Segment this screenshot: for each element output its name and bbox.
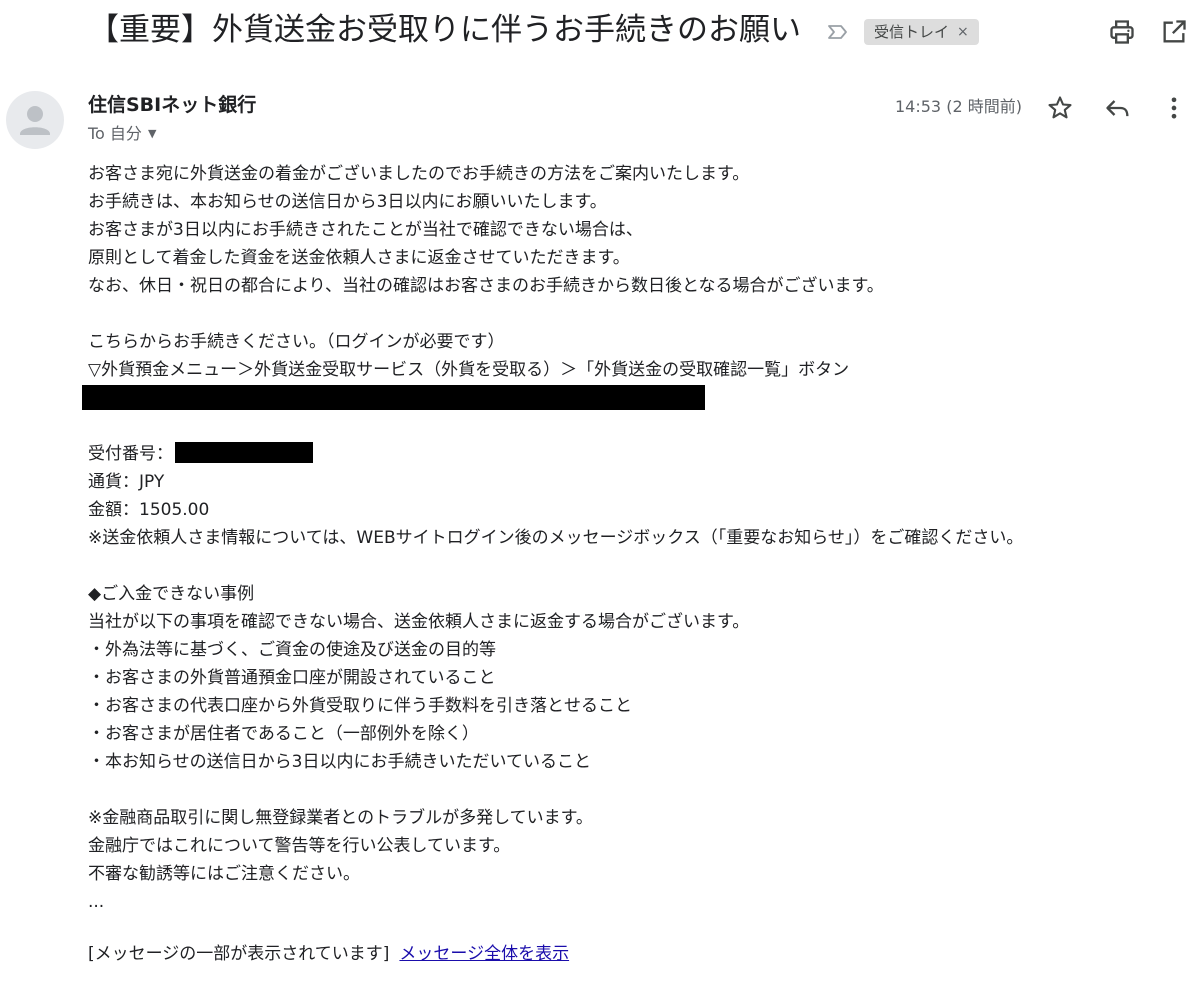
redacted-link bbox=[82, 385, 705, 410]
remove-label-icon[interactable]: × bbox=[957, 19, 969, 45]
view-full-message-link[interactable]: メッセージ全体を表示 bbox=[399, 944, 569, 964]
print-icon[interactable] bbox=[1108, 18, 1136, 46]
label-text: 受信トレイ bbox=[874, 23, 950, 41]
receipt-number-line: 受付番号： bbox=[88, 440, 1188, 468]
body-line: お手続きは、本お知らせの送信日から3日以内にお願いいたします。 bbox=[88, 192, 607, 212]
ellipsis: ... bbox=[88, 892, 105, 912]
subject-row: 【重要】外貨送金お受取りに伴うお手続きのお願い 受信トレイ × bbox=[0, 0, 1200, 64]
body-line: ※金融商品取引に関し無登録業者とのトラブルが多発しています。 bbox=[88, 808, 593, 828]
bullet-item: ・お客さまが居住者であること（一部例外を除く） bbox=[88, 724, 479, 744]
importance-marker-icon[interactable] bbox=[826, 20, 850, 44]
recipient-details-toggle[interactable]: To 自分 ▼ bbox=[88, 122, 156, 146]
default-avatar-icon[interactable] bbox=[6, 91, 64, 149]
body-line: こちらからお手続きください。（ログインが必要です） bbox=[88, 332, 505, 352]
bullet-item: ・お客さまの代表口座から外貨受取りに伴う手数料を引き落とせること bbox=[88, 696, 632, 716]
body-line: 金融庁ではこれについて警告等を行い公表しています。 bbox=[88, 836, 511, 856]
chevron-down-icon[interactable]: ▼ bbox=[148, 122, 156, 146]
to-label: To 自分 bbox=[88, 124, 142, 143]
clipped-notice: [メッセージの一部が表示されています] bbox=[88, 944, 390, 964]
email-body: お客さま宛に外貨送金の着金がございましたのでお手続きの方法をご案内いたします。 … bbox=[88, 160, 1188, 916]
reply-icon[interactable] bbox=[1104, 94, 1132, 122]
body-line: 原則として着金した資金を送金依頼人さまに返金させていただきます。 bbox=[88, 248, 630, 268]
bullet-item: ・本お知らせの送信日から3日以内にお手続きいただいていること bbox=[88, 752, 591, 772]
body-line: お客さまが3日以内にお手続きされたことが当社で確認できない場合は、 bbox=[88, 220, 643, 240]
receipt-number-label: 受付番号： bbox=[88, 444, 173, 464]
clipped-message-footer: [メッセージの一部が表示されています] メッセージ全体を表示 bbox=[88, 940, 569, 968]
star-icon[interactable] bbox=[1046, 94, 1074, 122]
currency-line: 通貨：JPY bbox=[88, 472, 165, 492]
email-timestamp: 14:53 (2 時間前) bbox=[895, 97, 1022, 116]
redacted-receipt-number bbox=[175, 441, 313, 463]
bullet-item: ・外為法等に基づく、ご資金の使途及び送金の目的等 bbox=[88, 640, 496, 660]
more-vertical-icon[interactable] bbox=[1160, 94, 1188, 122]
body-line: 不審な勧誘等にはご注意ください。 bbox=[88, 864, 360, 884]
body-line: ▽外貨預金メニュー＞外貨送金受取サービス（外貨を受取る）＞「外貨送金の受取確認一… bbox=[88, 360, 850, 380]
bullet-item: ・お客さまの外貨普通預金口座が開設されていること bbox=[88, 668, 496, 688]
open-in-new-window-icon[interactable] bbox=[1160, 18, 1188, 46]
amount-line: 金額：1505.00 bbox=[88, 500, 210, 520]
inbox-label-chip: 受信トレイ × bbox=[864, 19, 979, 45]
body-line: ※送金依頼人さま情報については、WEBサイトログイン後のメッセージボックス（「重… bbox=[88, 528, 1024, 548]
body-line: なお、休日・祝日の都合により、当社の確認はお客さまのお手続きから数日後となる場合… bbox=[88, 276, 884, 296]
body-line: 当社が以下の事項を確認できない場合、送金依頼人さまに返金する場合がございます。 bbox=[88, 612, 750, 632]
email-subject: 【重要】外貨送金お受取りに伴うお手続きのお願い bbox=[88, 12, 801, 48]
sender-name[interactable]: 住信SBIネット銀行 bbox=[88, 92, 256, 118]
body-line: お客さま宛に外貨送金の着金がございましたのでお手続きの方法をご案内いたします。 bbox=[88, 164, 750, 184]
section-heading: ◆ご入金できない事例 bbox=[88, 584, 255, 604]
